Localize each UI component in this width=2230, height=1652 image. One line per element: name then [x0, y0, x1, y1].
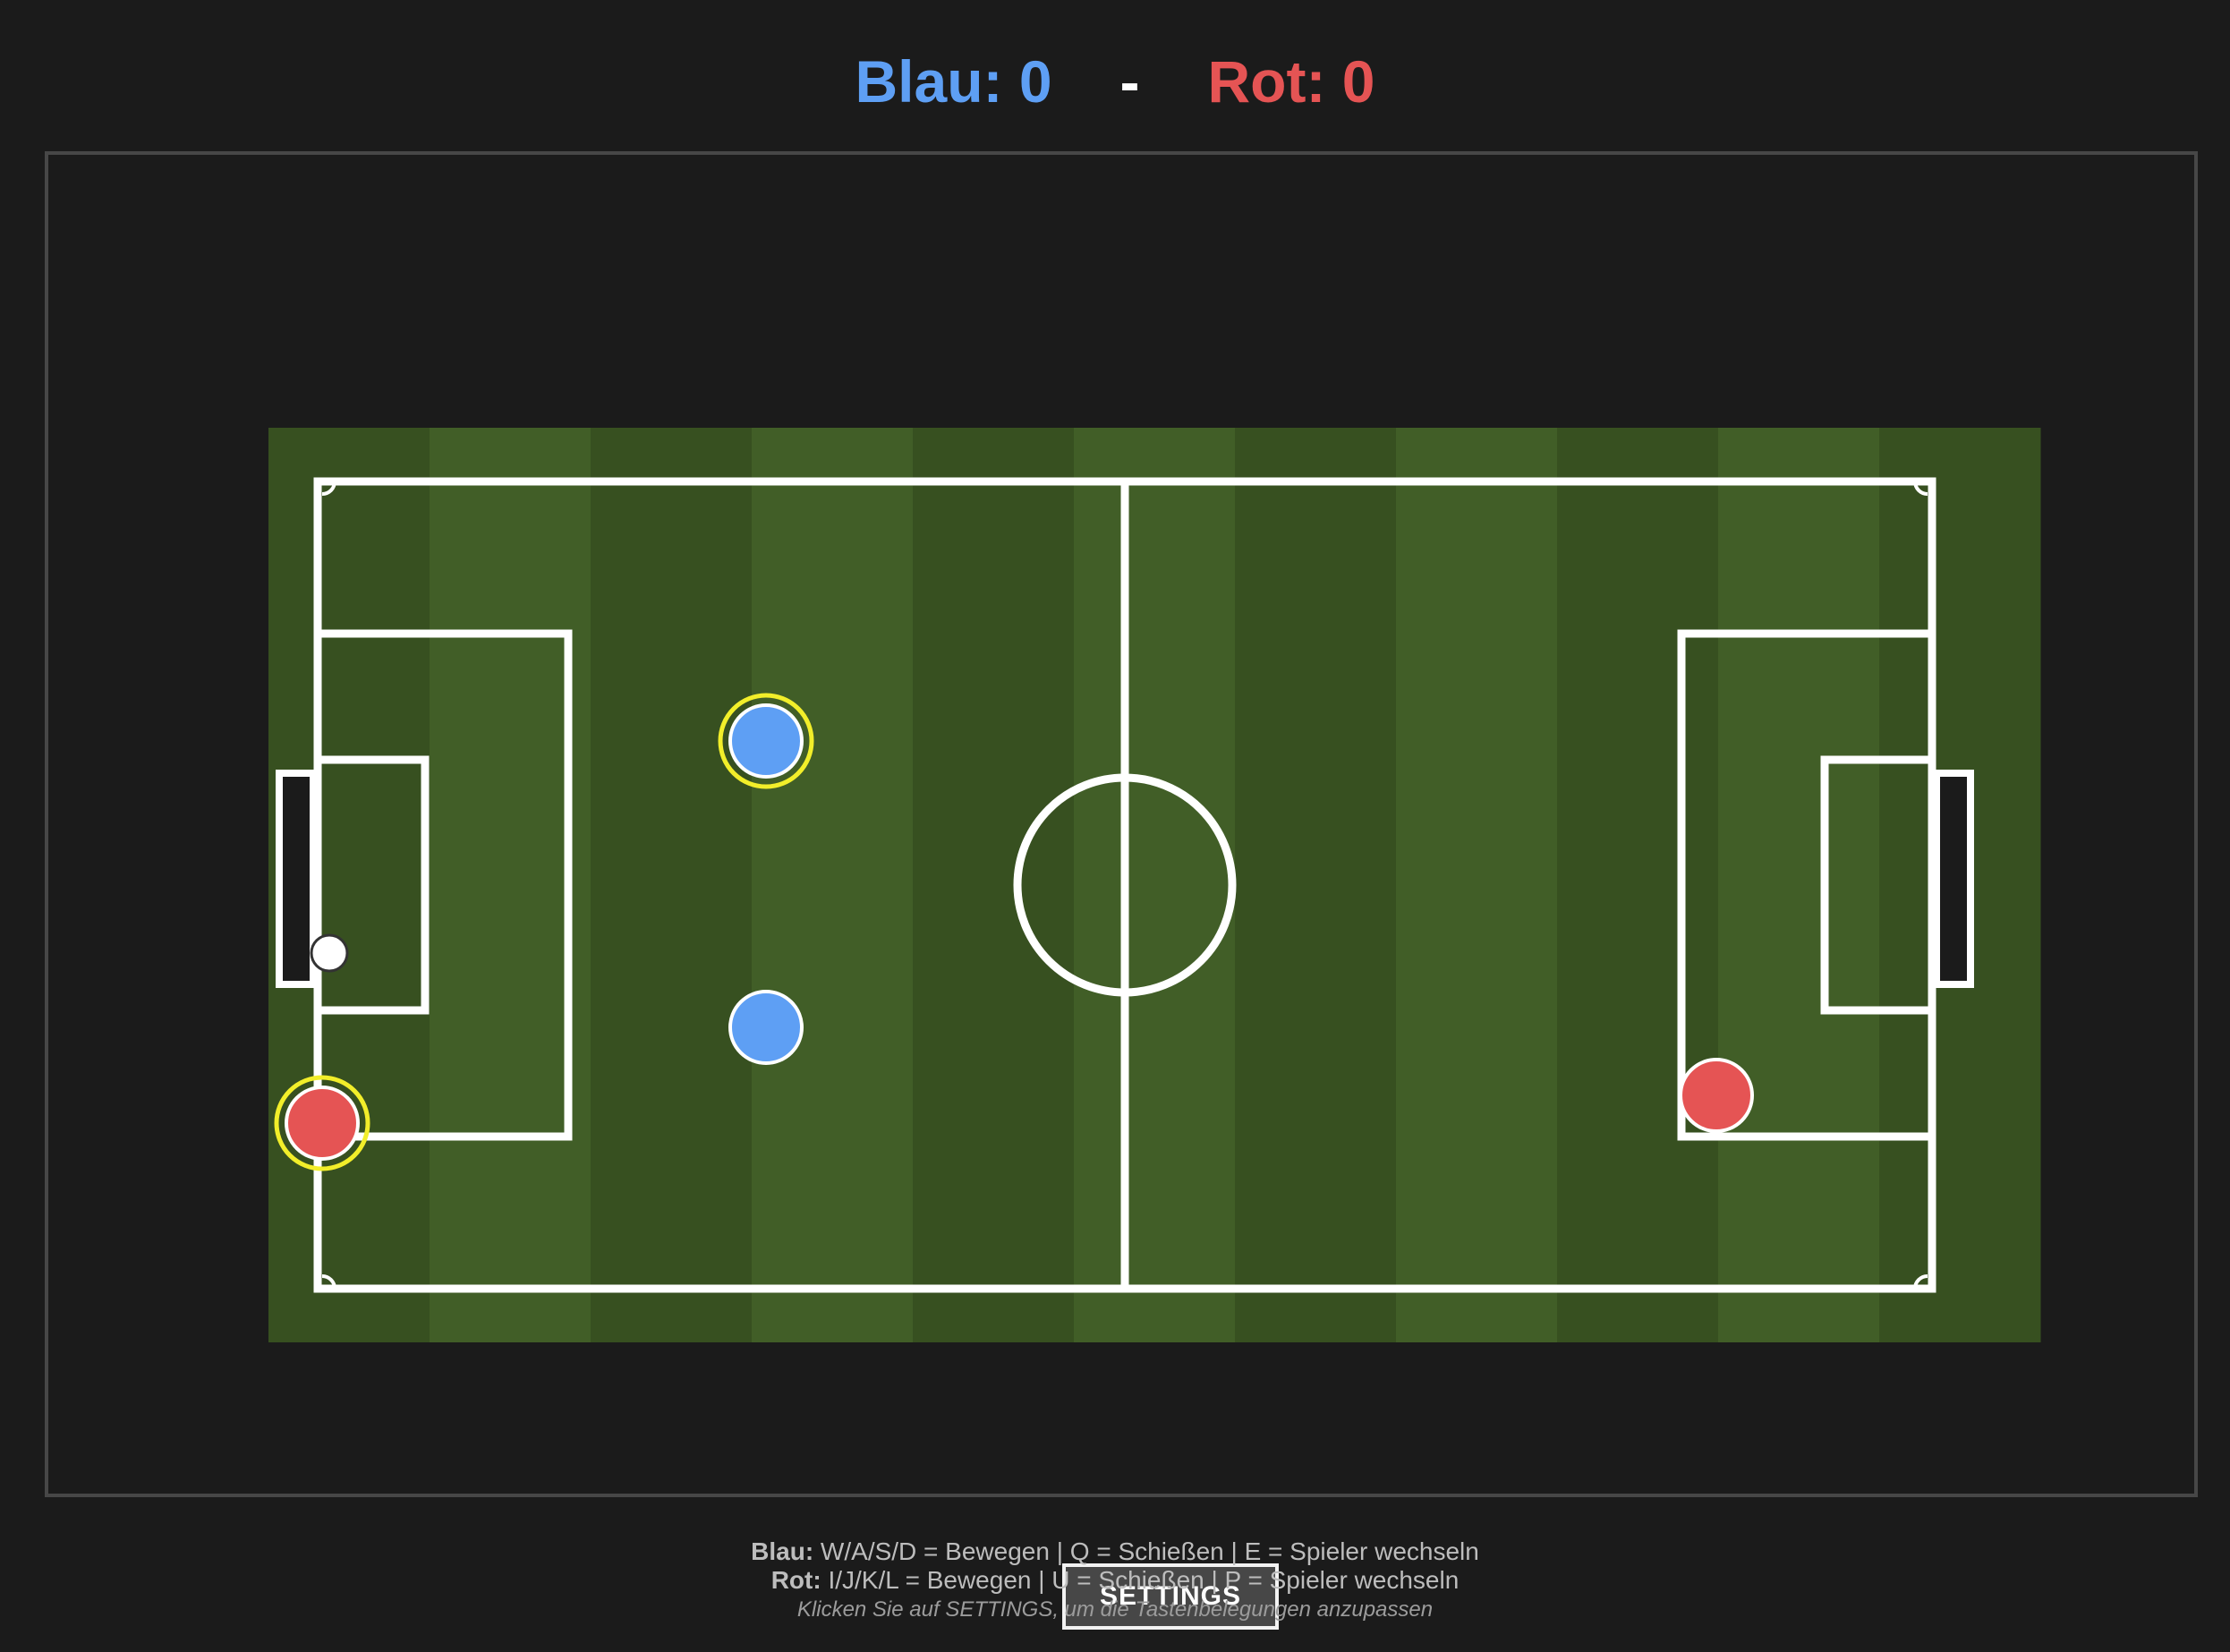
blue-score: Blau: 0 [855, 48, 1052, 115]
soccer-field [268, 428, 2041, 1342]
pitch-stripes [268, 428, 2041, 1342]
game-canvas[interactable]: SETTINGS [45, 151, 2198, 1630]
red-controls: Rot: I/J/K/L = Bewegen | U = Schießen | … [0, 1566, 2230, 1595]
grass-stripe [1235, 428, 1397, 1342]
settings-hint: Klicken Sie auf SETTINGS, um die Tastenb… [796, 1597, 1434, 1622]
red-score: Rot: 0 [1207, 48, 1375, 115]
grass-stripe [1074, 428, 1236, 1342]
ball [310, 933, 349, 973]
red-player-active [285, 1086, 360, 1161]
grass-stripe [1718, 428, 1880, 1342]
left-goal [276, 770, 317, 988]
blue-controls-keys: W/A/S/D = Bewegen | Q = Schießen | E = S… [813, 1537, 1479, 1565]
blue-player [728, 990, 804, 1065]
score-separator: - [1119, 48, 1140, 115]
grass-stripe [752, 428, 914, 1342]
grass-stripe [913, 428, 1075, 1342]
blue-controls: Blau: W/A/S/D = Bewegen | Q = Schießen |… [0, 1537, 2230, 1566]
right-goal [1933, 770, 1974, 988]
scoreboard: Blau: 0 - Rot: 0 [0, 45, 2230, 118]
grass-stripe [1557, 428, 1719, 1342]
controls-help: Blau: W/A/S/D = Bewegen | Q = Schießen |… [0, 1537, 2230, 1625]
blue-player-active [728, 703, 804, 779]
blue-controls-team: Blau: [751, 1537, 814, 1565]
red-controls-keys: I/J/K/L = Bewegen | U = Schießen | P = S… [821, 1566, 1460, 1594]
red-player [1679, 1058, 1754, 1133]
grass-stripe [1396, 428, 1558, 1342]
grass-stripe [591, 428, 753, 1342]
red-controls-team: Rot: [770, 1566, 821, 1594]
